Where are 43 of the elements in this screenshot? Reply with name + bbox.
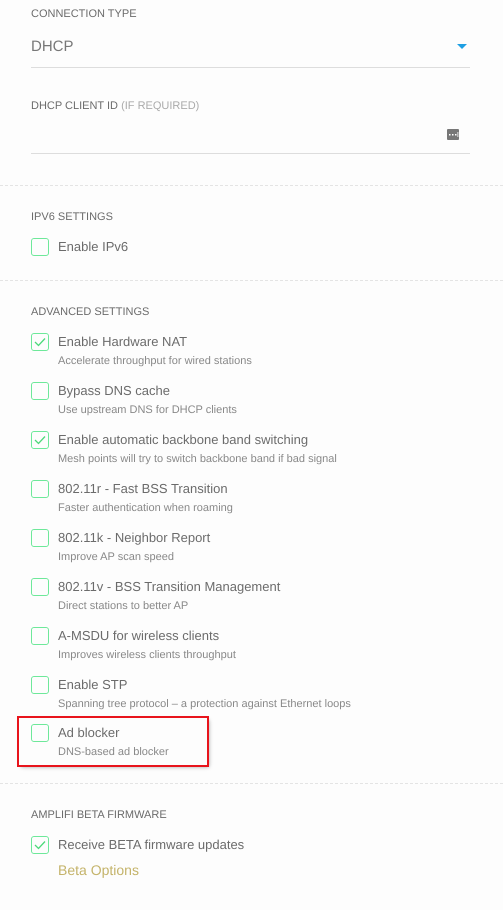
section-title: IPV6 SETTINGS — [31, 210, 114, 224]
checkbox-label: 802.11r - Fast BSS Transition — [58, 480, 229, 498]
checkbox[interactable] — [31, 529, 49, 547]
checkbox-description: Spanning tree protocol – a protection against Ethernet loops — [58, 697, 351, 711]
caret-icon — [457, 44, 467, 48]
checkbox[interactable] — [31, 724, 49, 742]
checkbox-description: DNS-based ad blocker — [58, 745, 169, 759]
checkbox-description: Faster authentication when roaming — [58, 501, 233, 515]
checkbox-label: Enable Hardware NAT — [58, 333, 188, 351]
checkbox-description: Direct stations to better AP — [58, 599, 190, 613]
checkbox-description: Accelerate throughput for wired stations — [58, 354, 252, 368]
field-note: (IF REQUIRED) — [121, 100, 200, 112]
checkbox[interactable] — [31, 627, 49, 645]
dots-icon[interactable] — [447, 128, 459, 140]
field-label: CONNECTION TYPE — [31, 7, 138, 21]
checkbox-label: Bypass DNS cache — [58, 382, 171, 400]
check-icon — [34, 840, 46, 850]
checkbox-label: Enable automatic backbone band switching — [58, 431, 310, 449]
checkbox[interactable] — [31, 578, 49, 596]
field-label: DHCP CLIENT ID — [31, 100, 118, 112]
checkbox[interactable] — [31, 836, 49, 854]
checkbox-description: Improves wireless clients throughput — [58, 648, 236, 662]
checkbox-description: Mesh points will try to switch backbone band if bad signal — [58, 452, 337, 466]
checkbox-label: Enable IPv6 — [58, 238, 128, 256]
checkbox-label: 802.11k - Neighbor Report — [58, 529, 210, 547]
checkbox[interactable] — [31, 382, 49, 400]
checkbox-description: Improve AP scan speed — [58, 550, 175, 564]
checkbox[interactable] — [31, 676, 49, 694]
section-title: ADVANCED SETTINGS — [31, 305, 150, 319]
checkbox-label: Enable STP — [58, 676, 128, 694]
checkbox[interactable] — [31, 238, 49, 256]
checkbox-description: Use upstream DNS for DHCP clients — [58, 403, 237, 417]
check-icon — [34, 337, 46, 347]
checkbox[interactable] — [31, 480, 49, 498]
checkbox[interactable] — [31, 333, 49, 351]
checkbox-label: A-MSDU for wireless clients — [58, 627, 220, 645]
section-title: AMPLIFI BETA FIRMWARE — [31, 808, 168, 822]
check-icon — [34, 435, 46, 445]
checkbox-label: Receive BETA firmware updates — [58, 836, 244, 854]
checkbox[interactable] — [31, 431, 49, 449]
connection-type-dropdown[interactable]: DHCP — [31, 25, 470, 68]
checkbox-label: 802.11v - BSS Transition Management — [58, 578, 280, 596]
checkbox-label: Ad blocker — [58, 724, 120, 742]
